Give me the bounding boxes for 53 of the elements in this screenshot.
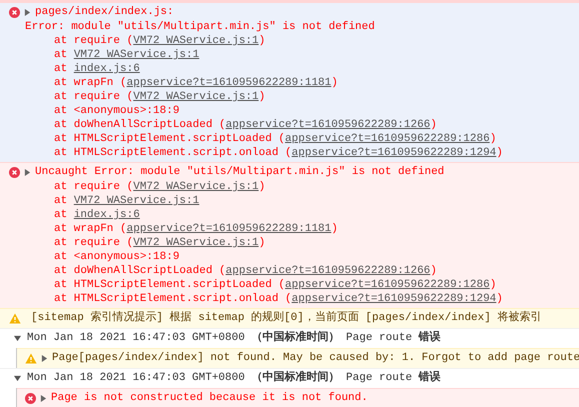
- stack-frame: at wrapFn (appservice?t=1610959622289:1181): [54, 76, 338, 90]
- error-icon: [9, 167, 20, 178]
- source-link[interactable]: VM72 WAService.js:1: [74, 195, 200, 207]
- stack-frame: at doWhenAllScriptLoaded (appservice?t=1610959622289:1266): [54, 264, 437, 278]
- stack-frame: at HTMLScriptElement.script.onload (appservice?t=1610959622289:1294): [54, 146, 503, 160]
- caret-right-icon[interactable]: [24, 9, 31, 16]
- stack-frame: at require (VM72 WAService.js:1): [54, 180, 266, 194]
- message-text: pages/index/index.js:: [35, 5, 174, 20]
- source-link[interactable]: appservice?t=1610959622289:1286: [285, 279, 490, 291]
- group-title: Mon Jan 18 2021 16:47:03 GMT+0800 （中国标准时间） Page route 错误: [27, 370, 441, 386]
- stack-frame: at <anonymous>:18:9: [54, 104, 180, 118]
- stack-frame: at index.js:6: [54, 208, 140, 222]
- message-text: Page[pages/index/index] not found. May be caused by: 1. Forgot to add page route: [52, 351, 579, 366]
- group-title: Mon Jan 18 2021 16:47:03 GMT+0800 （中国标准时间） Page route 错误: [27, 330, 441, 346]
- source-link[interactable]: index.js:6: [74, 63, 140, 75]
- error-icon: [25, 393, 36, 404]
- message-text: Page is not constructed because it is not found.: [51, 391, 368, 406]
- caret-right-icon[interactable]: [40, 395, 47, 402]
- error-icon: [9, 7, 20, 18]
- source-link[interactable]: VM72 WAService.js:1: [133, 181, 259, 193]
- source-link[interactable]: VM72 WAService.js:1: [133, 237, 259, 249]
- caret-right-icon[interactable]: [41, 355, 48, 362]
- stack-frame: at HTMLScriptElement.script.onload (appservice?t=1610959622289:1294): [54, 292, 503, 306]
- source-link[interactable]: appservice?t=1610959622289:1181: [126, 223, 332, 235]
- caret-right-icon[interactable]: [24, 169, 31, 176]
- stack-frame: at require (VM72 WAService.js:1): [54, 90, 266, 104]
- source-link[interactable]: appservice?t=1610959622289:1294: [292, 293, 496, 305]
- caret-down-icon[interactable]: [14, 375, 21, 382]
- source-link[interactable]: appservice?t=1610959622289:1266: [226, 265, 430, 277]
- warning-icon: [25, 353, 37, 364]
- stack-frame: at doWhenAllScriptLoaded (appservice?t=1610959622289:1266): [54, 118, 437, 132]
- stack-frame: at HTMLScriptElement.scriptLoaded (appservice?t=1610959622289:1286): [54, 132, 496, 146]
- source-link[interactable]: VM72 WAService.js:1: [133, 35, 259, 47]
- warning-icon: [9, 313, 21, 324]
- stack-frame: at require (VM72 WAService.js:1): [54, 34, 266, 48]
- caret-down-icon[interactable]: [14, 335, 21, 342]
- source-link[interactable]: appservice?t=1610959622289:1266: [226, 119, 430, 131]
- message-text: [sitemap 索引情况提示] 根据 sitemap 的规则[0]，当前页面 [pages/index/index] 将被索引: [31, 310, 542, 326]
- source-link[interactable]: appservice?t=1610959622289:1286: [285, 133, 490, 145]
- stack-frame: at HTMLScriptElement.scriptLoaded (appservice?t=1610959622289:1286): [54, 278, 496, 292]
- stack-frame: at index.js:6: [54, 62, 140, 76]
- message-text: Uncaught Error: module "utils/Multipart.min.js" is not defined: [35, 165, 444, 180]
- stack-frame: at VM72 WAService.js:1: [54, 48, 200, 62]
- source-link[interactable]: index.js:6: [74, 209, 140, 221]
- source-link[interactable]: VM72 WAService.js:1: [74, 49, 200, 61]
- stack-frame: at wrapFn (appservice?t=1610959622289:1181): [54, 222, 338, 236]
- source-link[interactable]: appservice?t=1610959622289:1294: [292, 147, 496, 159]
- source-link[interactable]: appservice?t=1610959622289:1181: [126, 77, 332, 89]
- stack-frame: at VM72 WAService.js:1: [54, 194, 200, 208]
- stack-frame: at require (VM72 WAService.js:1): [54, 236, 266, 250]
- error-detail: Error: module "utils/Multipart.min.js" is not defined: [24, 20, 376, 34]
- stack-frame: at <anonymous>:18:9: [54, 250, 180, 264]
- source-link[interactable]: VM72 WAService.js:1: [133, 91, 259, 103]
